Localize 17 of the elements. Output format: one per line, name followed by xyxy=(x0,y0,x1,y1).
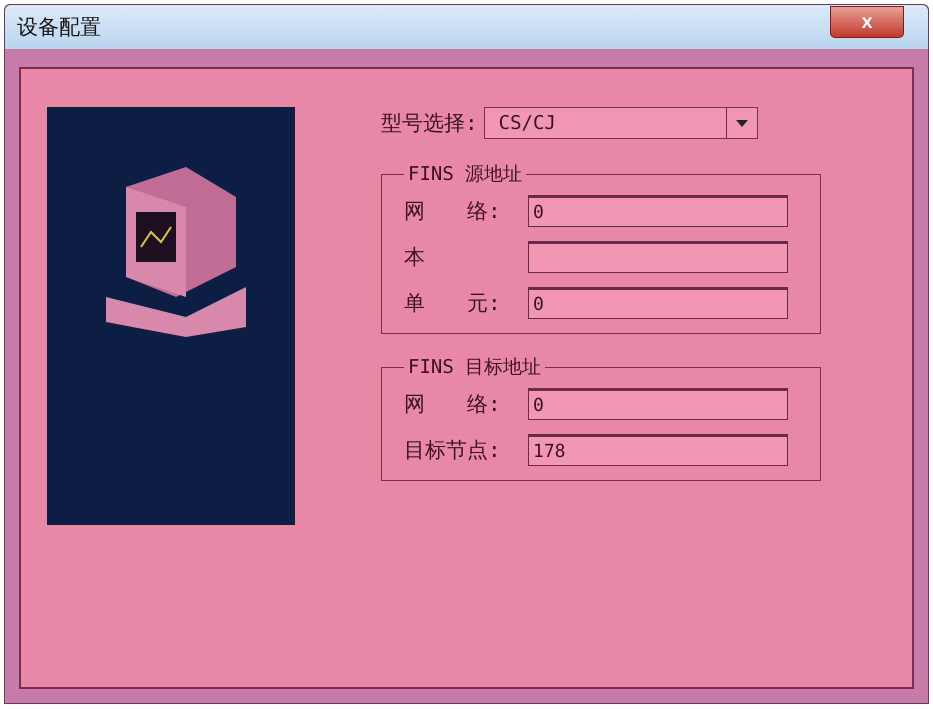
model-dropdown[interactable]: CS/CJ xyxy=(484,107,758,139)
group-title: FINS 源地址 xyxy=(407,162,524,187)
field-label: 目标节点: xyxy=(404,437,502,464)
model-label: 型号选择: xyxy=(381,110,478,137)
input-field[interactable]: 0 xyxy=(528,388,788,420)
close-button[interactable]: x xyxy=(830,6,904,38)
input-field[interactable]: 0 xyxy=(528,287,788,319)
field-label: 单 元: xyxy=(404,290,502,317)
input-field[interactable] xyxy=(528,241,788,273)
group-title: FINS 目标地址 xyxy=(407,355,542,380)
caret-icon xyxy=(736,120,748,126)
field-label: 网 络: xyxy=(404,198,502,225)
window-title: 设备配置 xyxy=(17,14,101,41)
input-field[interactable]: 0 xyxy=(528,195,788,227)
field-label: 本 xyxy=(404,244,426,271)
input-field[interactable]: 178 xyxy=(528,434,788,466)
field-label: 网 络: xyxy=(404,391,502,418)
